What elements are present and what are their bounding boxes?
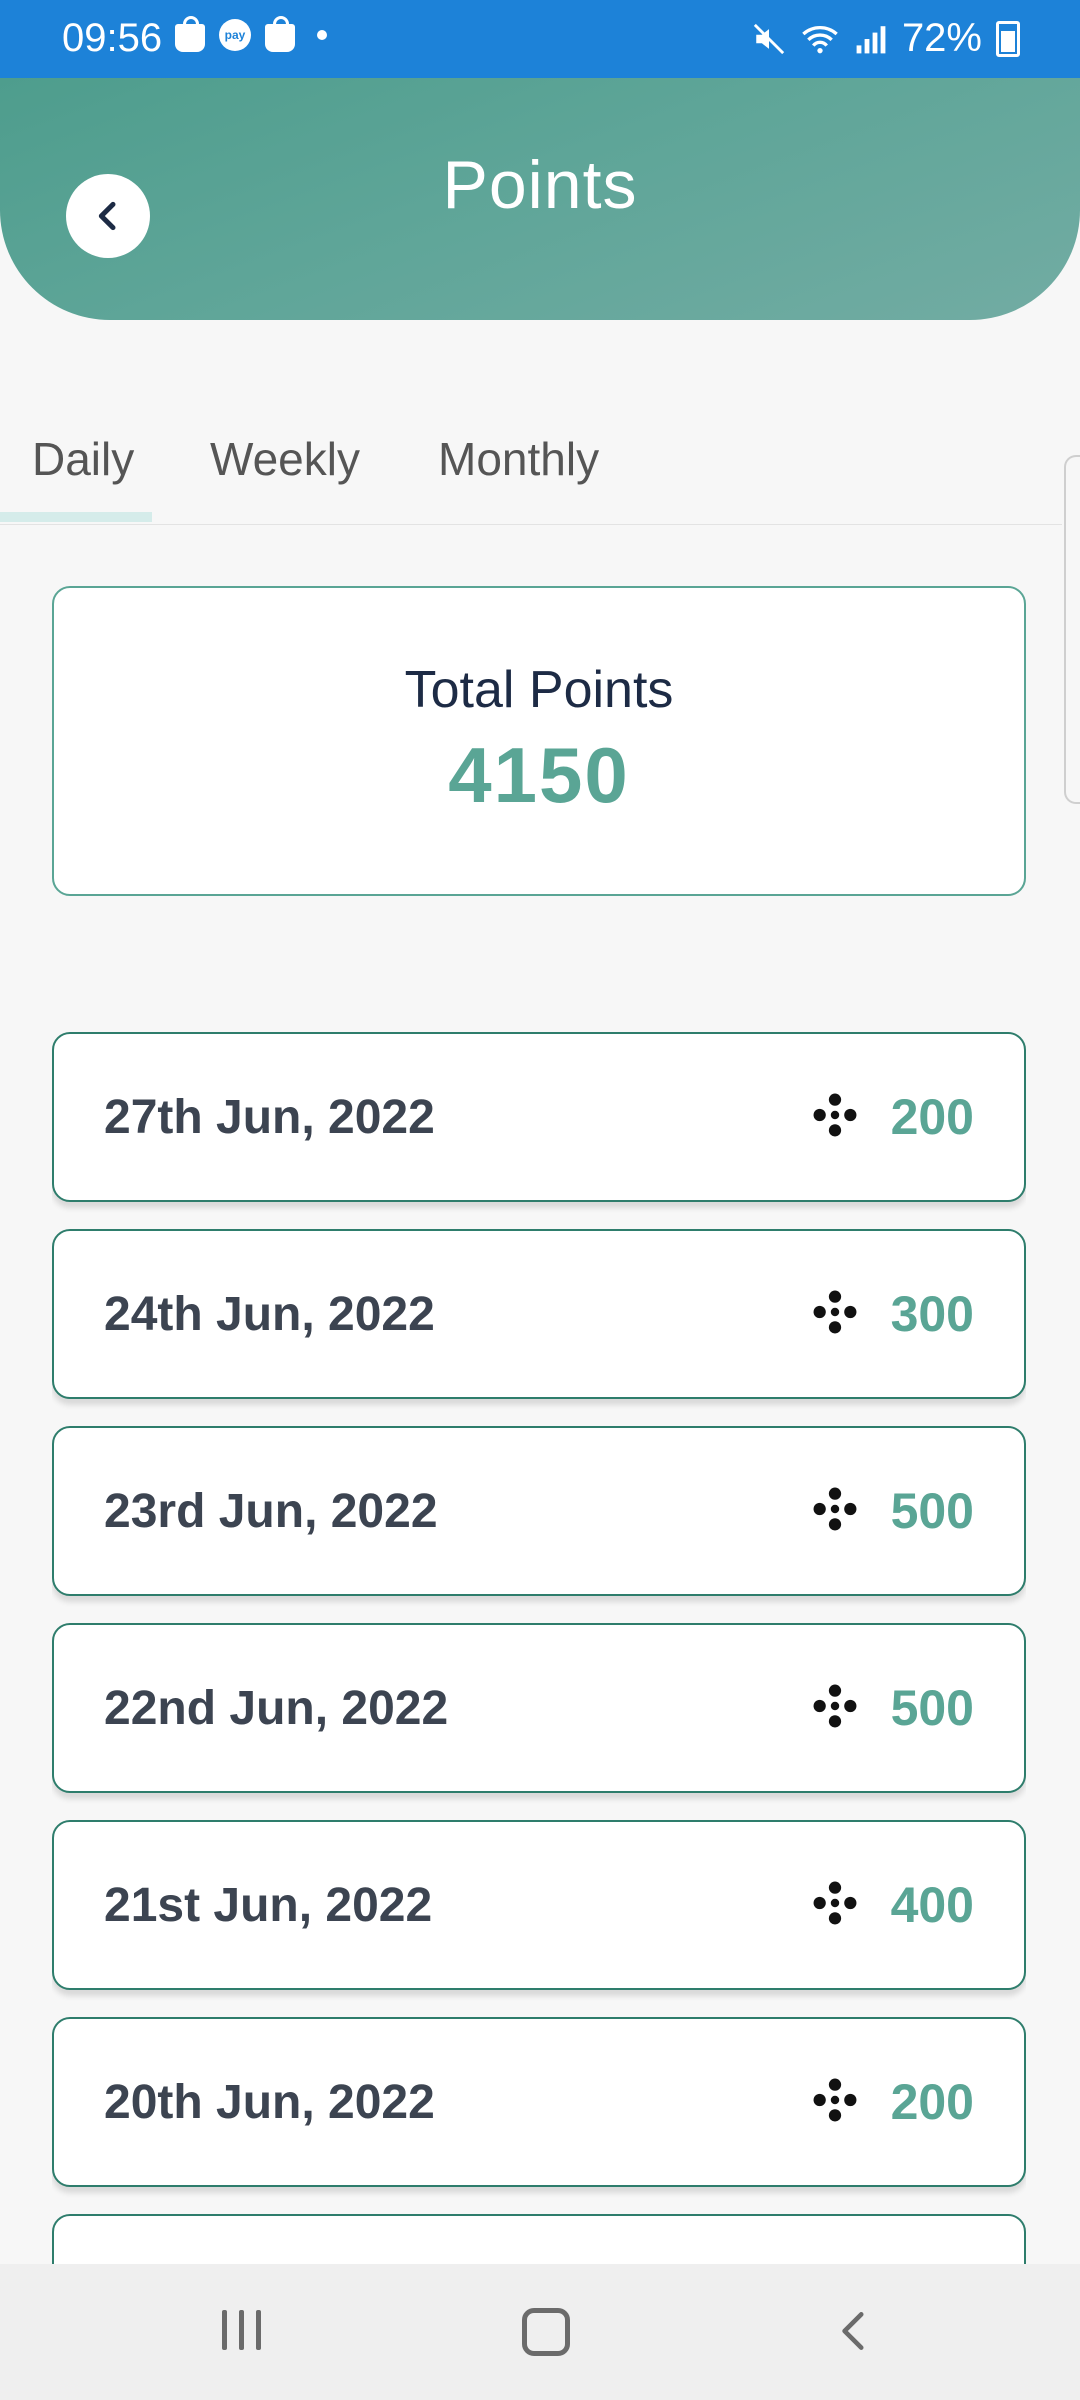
total-points-value: 4150 bbox=[448, 731, 630, 819]
points-icon bbox=[813, 1093, 857, 1137]
signal-icon bbox=[856, 25, 886, 53]
tab-monthly[interactable]: Monthly bbox=[438, 432, 599, 486]
points-icon bbox=[813, 1487, 857, 1531]
system-icons: 72% bbox=[752, 16, 1020, 61]
entry-points: 400 bbox=[890, 1877, 974, 1933]
points-list[interactable]: 27th Jun, 2022 200 24th Jun, 2022 300 23… bbox=[52, 1032, 1026, 2264]
back-icon[interactable] bbox=[830, 2306, 880, 2356]
entry-date: 20th Jun, 2022 bbox=[104, 2076, 435, 2129]
list-item[interactable]: 27th Jun, 2022 200 bbox=[52, 1032, 1026, 1202]
pay-icon: pay bbox=[219, 19, 251, 51]
entry-date: 23rd Jun, 2022 bbox=[104, 1485, 438, 1538]
period-tabs: Daily Weekly Monthly bbox=[0, 420, 1062, 525]
points-icon bbox=[813, 1684, 857, 1728]
wifi-icon bbox=[802, 25, 838, 53]
list-item[interactable]: 23rd Jun, 2022 500 bbox=[52, 1426, 1026, 1596]
points-icon bbox=[813, 1881, 857, 1925]
list-item[interactable]: 20th Jun, 2022 200 bbox=[52, 2017, 1026, 2187]
entry-points: 500 bbox=[890, 1680, 974, 1736]
status-time: 09:56 bbox=[62, 16, 163, 60]
recents-icon[interactable] bbox=[222, 2310, 261, 2350]
battery-percent: 72% bbox=[901, 16, 982, 60]
tab-daily[interactable]: Daily bbox=[32, 432, 134, 486]
entry-points: 500 bbox=[890, 1483, 974, 1539]
header: Points bbox=[0, 78, 1080, 320]
navigation-bar bbox=[0, 2264, 1080, 2400]
entry-date: 24th Jun, 2022 bbox=[104, 1288, 435, 1341]
entry-points: 200 bbox=[890, 1089, 974, 1145]
list-item[interactable]: 22nd Jun, 2022 500 bbox=[52, 1623, 1026, 1793]
list-item[interactable] bbox=[52, 2214, 1026, 2264]
page-title: Points bbox=[442, 147, 638, 223]
points-icon bbox=[813, 1290, 857, 1334]
list-item[interactable]: 21st Jun, 2022 400 bbox=[52, 1820, 1026, 1990]
notification-icons: pay bbox=[175, 16, 327, 52]
points-icon bbox=[813, 2078, 857, 2122]
total-points-card: Total Points 4150 bbox=[52, 586, 1026, 896]
shopping-bag-icon bbox=[175, 16, 205, 52]
entry-points: 200 bbox=[890, 2074, 974, 2130]
tab-weekly[interactable]: Weekly bbox=[210, 432, 360, 486]
total-points-label: Total Points bbox=[404, 661, 674, 719]
entry-points: 300 bbox=[890, 1286, 974, 1342]
entry-date: 21st Jun, 2022 bbox=[104, 1879, 433, 1932]
dot-icon bbox=[317, 30, 327, 40]
battery-icon bbox=[996, 20, 1020, 57]
entry-date: 27th Jun, 2022 bbox=[104, 1091, 435, 1144]
mute-icon bbox=[753, 23, 785, 54]
shopping-bag-icon bbox=[265, 16, 295, 52]
entry-date: 22nd Jun, 2022 bbox=[104, 1682, 449, 1735]
tab-indicator bbox=[0, 512, 152, 522]
side-panel-handle[interactable] bbox=[1064, 455, 1080, 804]
status-bar: 09:56 pay 72% bbox=[0, 0, 1080, 78]
list-item[interactable]: 24th Jun, 2022 300 bbox=[52, 1229, 1026, 1399]
home-icon[interactable] bbox=[522, 2308, 570, 2356]
